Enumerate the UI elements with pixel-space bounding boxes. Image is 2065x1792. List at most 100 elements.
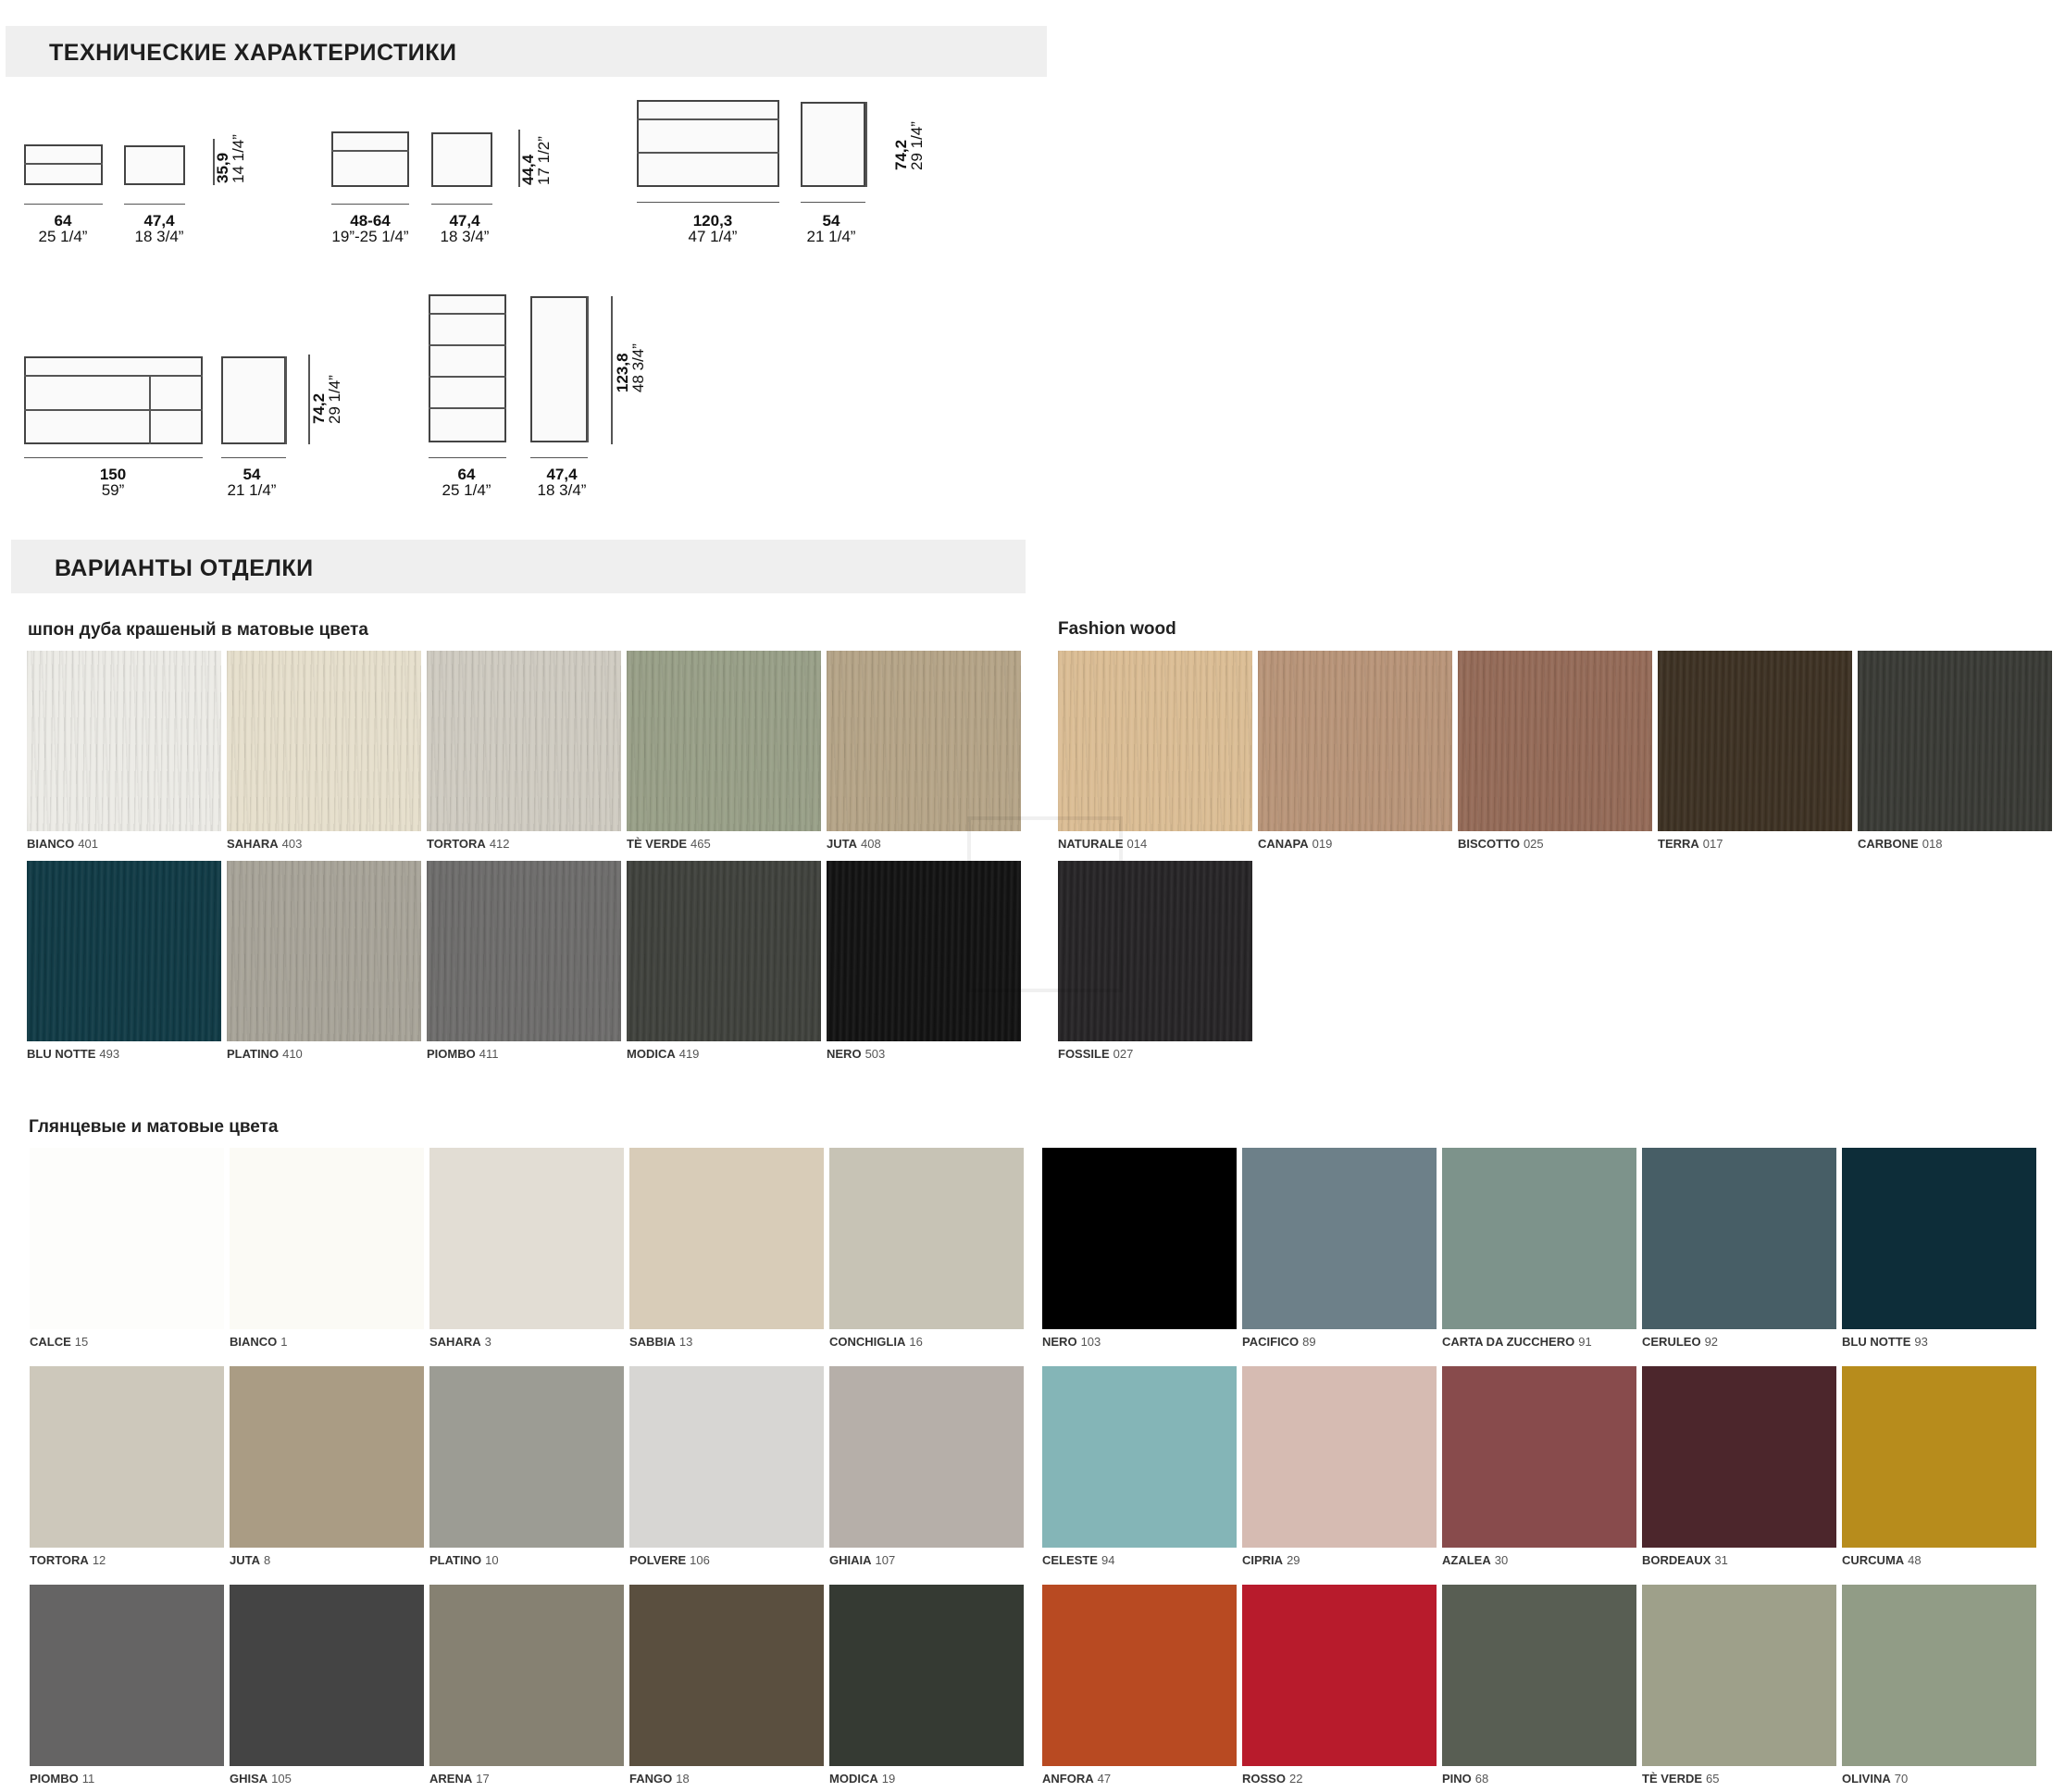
swatch-label: JUTA 408 (827, 837, 881, 851)
swatch-gloss_left-1[interactable] (230, 1148, 424, 1329)
swatch-gloss_right-1[interactable] (1242, 1148, 1437, 1329)
gloss-subtitle: Глянцевые и матовые цвета (29, 1117, 279, 1137)
swatch-label: POLVERE 106 (629, 1553, 710, 1567)
swatch-gloss_left-5[interactable] (30, 1366, 224, 1548)
swatch-code: 8 (263, 1553, 271, 1567)
swatch-name: BLU NOTTE (27, 1047, 96, 1061)
swatch-gloss_right-7[interactable] (1442, 1366, 1636, 1548)
tall-chest-side-drawing (530, 296, 588, 442)
swatch-code: 027 (1113, 1047, 1134, 1061)
swatch-gloss_left-9[interactable] (829, 1366, 1024, 1548)
swatch-name: AZALEA (1442, 1553, 1491, 1567)
swatch-code: 18 (676, 1772, 690, 1786)
swatch-code: 16 (909, 1335, 923, 1349)
watermark (574, 1592, 628, 1753)
swatch-code: 10 (485, 1553, 499, 1567)
swatch-code: 408 (860, 837, 881, 851)
height-2: 44,4 17 1/2” (519, 136, 553, 185)
swatch-fill (27, 861, 221, 1041)
swatch-fill (1842, 1366, 2036, 1548)
swatch-name: TORTORA (427, 837, 486, 851)
swatch-name: PLATINO (429, 1553, 482, 1567)
swatch-label: PLATINO 10 (429, 1553, 499, 1567)
swatch-gloss_left-14[interactable] (829, 1585, 1024, 1766)
swatch-gloss_left-0[interactable] (30, 1148, 224, 1329)
swatch-fashion-4[interactable] (1858, 651, 2052, 831)
swatch-gloss_right-8[interactable] (1642, 1366, 1836, 1548)
swatch-fashion-1[interactable] (1258, 651, 1452, 831)
dim-1: 64 25 1/4” (38, 212, 88, 245)
swatch-label: BORDEAUX 31 (1642, 1553, 1728, 1567)
swatch-fill (1642, 1585, 1836, 1766)
swatch-oak-3[interactable] (627, 651, 821, 831)
swatch-gloss_right-6[interactable] (1242, 1366, 1437, 1548)
swatch-gloss_left-4[interactable] (829, 1148, 1024, 1329)
swatch-oak-1[interactable] (227, 651, 421, 831)
swatch-label: NERO 503 (827, 1047, 885, 1061)
swatch-name: MODICA (829, 1772, 878, 1786)
swatch-fill (627, 651, 821, 831)
swatch-gloss_left-6[interactable] (230, 1366, 424, 1548)
swatch-gloss_left-3[interactable] (629, 1148, 824, 1329)
swatch-fashion-3[interactable] (1658, 651, 1852, 831)
dim-10: 47,4 18 3/4” (537, 466, 587, 499)
swatch-code: 107 (875, 1553, 896, 1567)
swatch-gloss_left-2[interactable] (429, 1148, 624, 1329)
fashion-subtitle: Fashion wood (1058, 619, 1176, 639)
dim-2: 47,4 18 3/4” (134, 212, 184, 245)
swatch-fashion-0[interactable] (1058, 651, 1252, 831)
swatch-gloss_left-10[interactable] (30, 1585, 224, 1766)
swatch-oak-6[interactable] (227, 861, 421, 1041)
height-1: 35,9 14 1/4” (214, 134, 247, 183)
swatch-label: JUTA 8 (230, 1553, 270, 1567)
swatch-gloss_left-8[interactable] (629, 1366, 824, 1548)
dim-7: 150 59” (99, 466, 127, 499)
swatch-oak-2[interactable] (427, 651, 621, 831)
swatch-label: ANFORA 47 (1042, 1772, 1111, 1786)
swatch-gloss_right-10[interactable] (1042, 1585, 1237, 1766)
swatch-label: PIOMBO 11 (30, 1772, 94, 1786)
swatch-oak-8[interactable] (627, 861, 821, 1041)
swatch-gloss_left-7[interactable] (429, 1366, 624, 1548)
swatch-gloss_right-3[interactable] (1642, 1148, 1836, 1329)
ottoman-front-drawing (24, 144, 103, 185)
swatch-code: 503 (865, 1047, 886, 1061)
swatch-code: 403 (281, 837, 303, 851)
swatch-name: SABBIA (629, 1335, 676, 1349)
swatch-gloss_right-2[interactable] (1442, 1148, 1636, 1329)
swatch-gloss_right-13[interactable] (1642, 1585, 1836, 1766)
swatch-oak-5[interactable] (27, 861, 221, 1041)
swatch-fill (1442, 1148, 1636, 1329)
dresser-side-drawing (801, 102, 865, 187)
swatch-fashion-2[interactable] (1458, 651, 1652, 831)
swatch-gloss_right-14[interactable] (1842, 1585, 2036, 1766)
swatch-gloss_right-9[interactable] (1842, 1366, 2036, 1548)
swatch-gloss_right-4[interactable] (1842, 1148, 2036, 1329)
swatch-fill (1242, 1585, 1437, 1766)
swatch-gloss_left-11[interactable] (230, 1585, 424, 1766)
swatch-fill (629, 1148, 824, 1329)
swatch-oak-0[interactable] (27, 651, 221, 831)
oak-subtitle: шпон дуба крашеный в матовые цвета (28, 620, 368, 640)
swatch-label: MODICA 419 (627, 1047, 699, 1061)
bench-side-drawing (431, 132, 492, 187)
swatch-label: FANGO 18 (629, 1772, 690, 1786)
swatch-gloss_right-12[interactable] (1442, 1585, 1636, 1766)
swatch-fill (1642, 1366, 1836, 1548)
swatch-name: NERO (827, 1047, 862, 1061)
swatch-label: BLU NOTTE 93 (1842, 1335, 1928, 1349)
swatch-fill (1242, 1366, 1437, 1548)
swatch-gloss_right-5[interactable] (1042, 1366, 1237, 1548)
swatch-name: CARBONE (1858, 837, 1919, 851)
swatch-gloss_right-0[interactable] (1042, 1148, 1237, 1329)
swatch-fill (829, 1585, 1024, 1766)
swatch-gloss_right-11[interactable] (1242, 1585, 1437, 1766)
swatch-name: BORDEAUX (1642, 1553, 1711, 1567)
swatch-label: ROSSO 22 (1242, 1772, 1302, 1786)
swatch-code: 47 (1097, 1772, 1112, 1786)
swatch-fill (30, 1585, 224, 1766)
swatch-oak-4[interactable] (827, 651, 1021, 831)
swatch-code: 105 (271, 1772, 292, 1786)
swatch-gloss_left-13[interactable] (629, 1585, 824, 1766)
swatch-oak-7[interactable] (427, 861, 621, 1041)
